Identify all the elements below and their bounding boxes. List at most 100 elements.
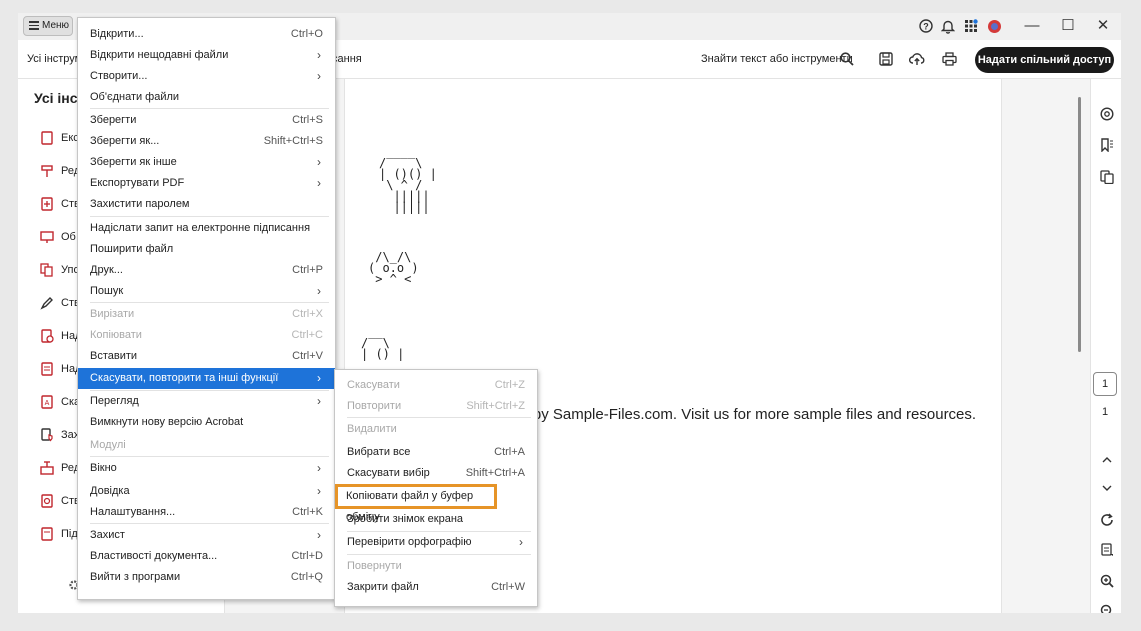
menu-item[interactable]: Властивості документа... Ctrl+D xyxy=(78,546,335,567)
menu-item[interactable]: Вставити Ctrl+V xyxy=(78,346,335,367)
page-total: 1 xyxy=(1101,406,1109,418)
menu-item[interactable]: Вікно › xyxy=(78,458,335,479)
bookmark-icon[interactable] xyxy=(1099,137,1115,153)
tab-sign[interactable]: сання xyxy=(332,53,362,65)
help-icon[interactable]: ? xyxy=(918,18,934,34)
menu-item[interactable]: Вийти з програми Ctrl+Q xyxy=(78,567,335,588)
chevron-right-icon: › xyxy=(317,484,321,498)
close-button[interactable]: ✕ xyxy=(1091,16,1115,36)
zoom-in-icon[interactable] xyxy=(1099,573,1115,589)
tool-label: Під xyxy=(61,527,78,540)
menu-item[interactable]: Вимкнути нову версію Acrobat xyxy=(78,412,335,433)
menu-item-shortcut: Ctrl+D xyxy=(291,550,323,562)
menu-item: Скасувати Ctrl+Z xyxy=(335,375,537,396)
menu-separator xyxy=(347,554,531,555)
find-text-label[interactable]: Знайти текст або інструменти xyxy=(701,53,853,65)
menu-item: Модулі xyxy=(78,435,335,456)
menu-item-shortcut: Shift+Ctrl+S xyxy=(263,135,323,147)
menu-item[interactable]: Пошук › xyxy=(78,281,335,302)
menu-item-label: Закрити файл xyxy=(347,581,419,593)
apps-icon[interactable] xyxy=(963,18,979,34)
menu-separator xyxy=(90,302,329,303)
create-pdf-icon xyxy=(40,197,54,211)
menu-item[interactable]: Вибрати все Ctrl+A xyxy=(335,442,537,463)
page-number-input[interactable]: 1 xyxy=(1093,372,1117,396)
menu-item[interactable]: Створити... › xyxy=(78,66,335,87)
menu-item-label: Налаштування... xyxy=(90,506,176,518)
menu-item[interactable]: Зберегти як... Shift+Ctrl+S xyxy=(78,131,335,152)
menu-item[interactable]: Захист › xyxy=(78,525,335,546)
pages-icon[interactable] xyxy=(1099,169,1115,185)
menu-item-label: Експортувати PDF xyxy=(90,177,185,189)
menu-item[interactable]: Перегляд › xyxy=(78,391,335,412)
chevron-right-icon: › xyxy=(317,155,321,169)
menu-item[interactable]: Зберегти як інше › xyxy=(78,152,335,173)
menu-item-label: Зберегти xyxy=(90,114,137,126)
save-icon[interactable] xyxy=(878,51,894,67)
menu-item[interactable]: Копіювати файл у буфер обміну xyxy=(335,484,497,523)
menu-item-label: Вийти з програми xyxy=(90,571,181,583)
menu-item-label: Зберегти як... xyxy=(90,135,160,147)
menu-item[interactable]: Зробити знімок екрана xyxy=(335,509,537,530)
menu-item-shortcut: Ctrl+X xyxy=(292,308,323,320)
print-icon[interactable] xyxy=(941,51,957,67)
bell-icon[interactable] xyxy=(940,18,956,34)
menu-item-shortcut: Ctrl+V xyxy=(292,350,323,362)
menu-button[interactable]: Меню xyxy=(23,16,73,36)
menu-item: Вирізати Ctrl+X xyxy=(78,304,335,325)
page-view-icon[interactable] xyxy=(1099,542,1115,558)
menu-item-label: Захистити паролем xyxy=(90,198,190,210)
document-icon xyxy=(40,362,54,376)
menu-item[interactable]: Скасувати вибір Shift+Ctrl+A xyxy=(335,463,537,484)
menu-button-label: Меню xyxy=(42,20,70,31)
profile-icon[interactable] xyxy=(986,18,1002,34)
menu-item: Повернути xyxy=(335,556,537,577)
menu-item[interactable]: Довідка › xyxy=(78,481,335,502)
menu-item[interactable]: Скасувати, повторити та інші функції › xyxy=(78,368,335,389)
edit-pdf-icon xyxy=(40,164,54,178)
share-button[interactable]: Надати спільний доступ xyxy=(975,47,1114,73)
tab-all-tools[interactable]: Усі інструм xyxy=(27,53,82,65)
comment-icon[interactable] xyxy=(1099,106,1115,122)
menu-item-label: Відкрити нещодавні файли xyxy=(90,49,229,61)
vertical-scrollbar[interactable] xyxy=(1078,97,1081,352)
menu-item: Видалити xyxy=(335,419,537,440)
menu-item[interactable]: Відкрити нещодавні файли › xyxy=(78,45,335,66)
chevron-right-icon: › xyxy=(317,528,321,542)
menu-item[interactable]: Відкрити... Ctrl+O xyxy=(78,24,335,45)
redact-icon xyxy=(40,461,54,475)
chevron-up-icon[interactable] xyxy=(1099,452,1115,468)
zoom-out-icon[interactable] xyxy=(1099,603,1115,613)
menu-item-shortcut: Ctrl+S xyxy=(292,114,323,126)
menu-item-label: Довідка xyxy=(90,485,130,497)
compress-icon xyxy=(40,494,54,508)
menu-item-shortcut: Ctrl+C xyxy=(291,329,323,341)
menu-item[interactable]: Налаштування... Ctrl+K xyxy=(78,502,335,523)
menu-item[interactable]: Надіслати запит на електронне підписання xyxy=(78,218,335,239)
menu-item[interactable]: Зберегти Ctrl+S xyxy=(78,110,335,131)
menu-item[interactable]: Захистити паролем xyxy=(78,194,335,215)
pen-icon xyxy=(40,296,54,310)
menu-item[interactable]: Перевірити орфографію › xyxy=(335,532,537,553)
menu-item-label: Вставити xyxy=(90,350,138,362)
chevron-down-icon[interactable] xyxy=(1099,480,1115,496)
menu-item[interactable]: Експортувати PDF › xyxy=(78,173,335,194)
document-text: ed by Sample-Files.com. Visit us for mor… xyxy=(512,406,977,423)
menu-item[interactable]: Поширити файл xyxy=(78,239,335,260)
menu-item[interactable]: Закрити файл Ctrl+W xyxy=(335,577,537,598)
menu-item-shortcut: Ctrl+P xyxy=(292,264,323,276)
menu-item-shortcut: Shift+Ctrl+A xyxy=(465,467,525,479)
menu-item-label: Зробити знімок екрана xyxy=(347,513,464,525)
menu-item-shortcut: Ctrl+W xyxy=(491,581,525,593)
search-icon[interactable] xyxy=(839,51,855,67)
menu-item[interactable]: Друк... Ctrl+P xyxy=(78,260,335,281)
menu-item[interactable]: Об'єднати файли xyxy=(78,87,335,108)
menu-item-label: Скасувати, повторити та інші функції xyxy=(90,372,279,384)
edit-submenu: Скасувати Ctrl+Z Повторити Shift+Ctrl+Z Вида… xyxy=(334,369,538,607)
ascii-art-skull: ____ / \ | ()() | \ ^ / ||||| ||||| xyxy=(379,145,437,214)
cloud-upload-icon[interactable] xyxy=(909,51,925,67)
refresh-icon[interactable] xyxy=(1099,512,1115,528)
menu-item-label: Відкрити... xyxy=(90,28,144,40)
maximize-button[interactable]: ☐ xyxy=(1056,16,1080,36)
minimize-button[interactable]: — xyxy=(1020,16,1044,36)
